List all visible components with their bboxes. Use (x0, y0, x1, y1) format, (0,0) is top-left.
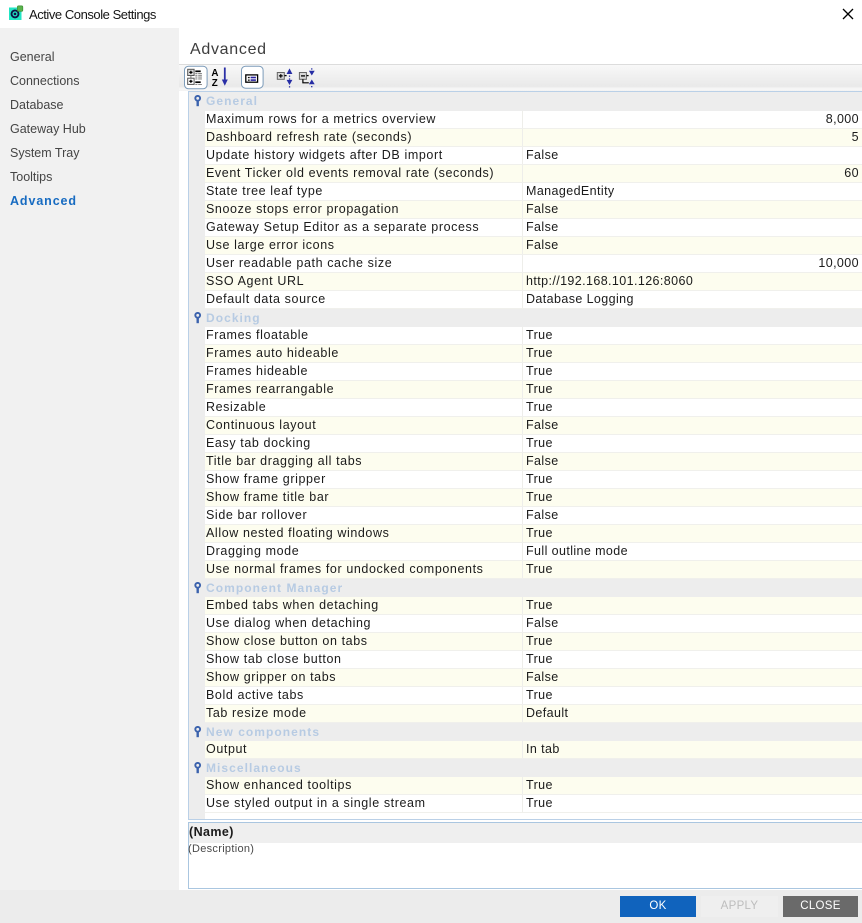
svg-text:Z: Z (212, 78, 218, 89)
